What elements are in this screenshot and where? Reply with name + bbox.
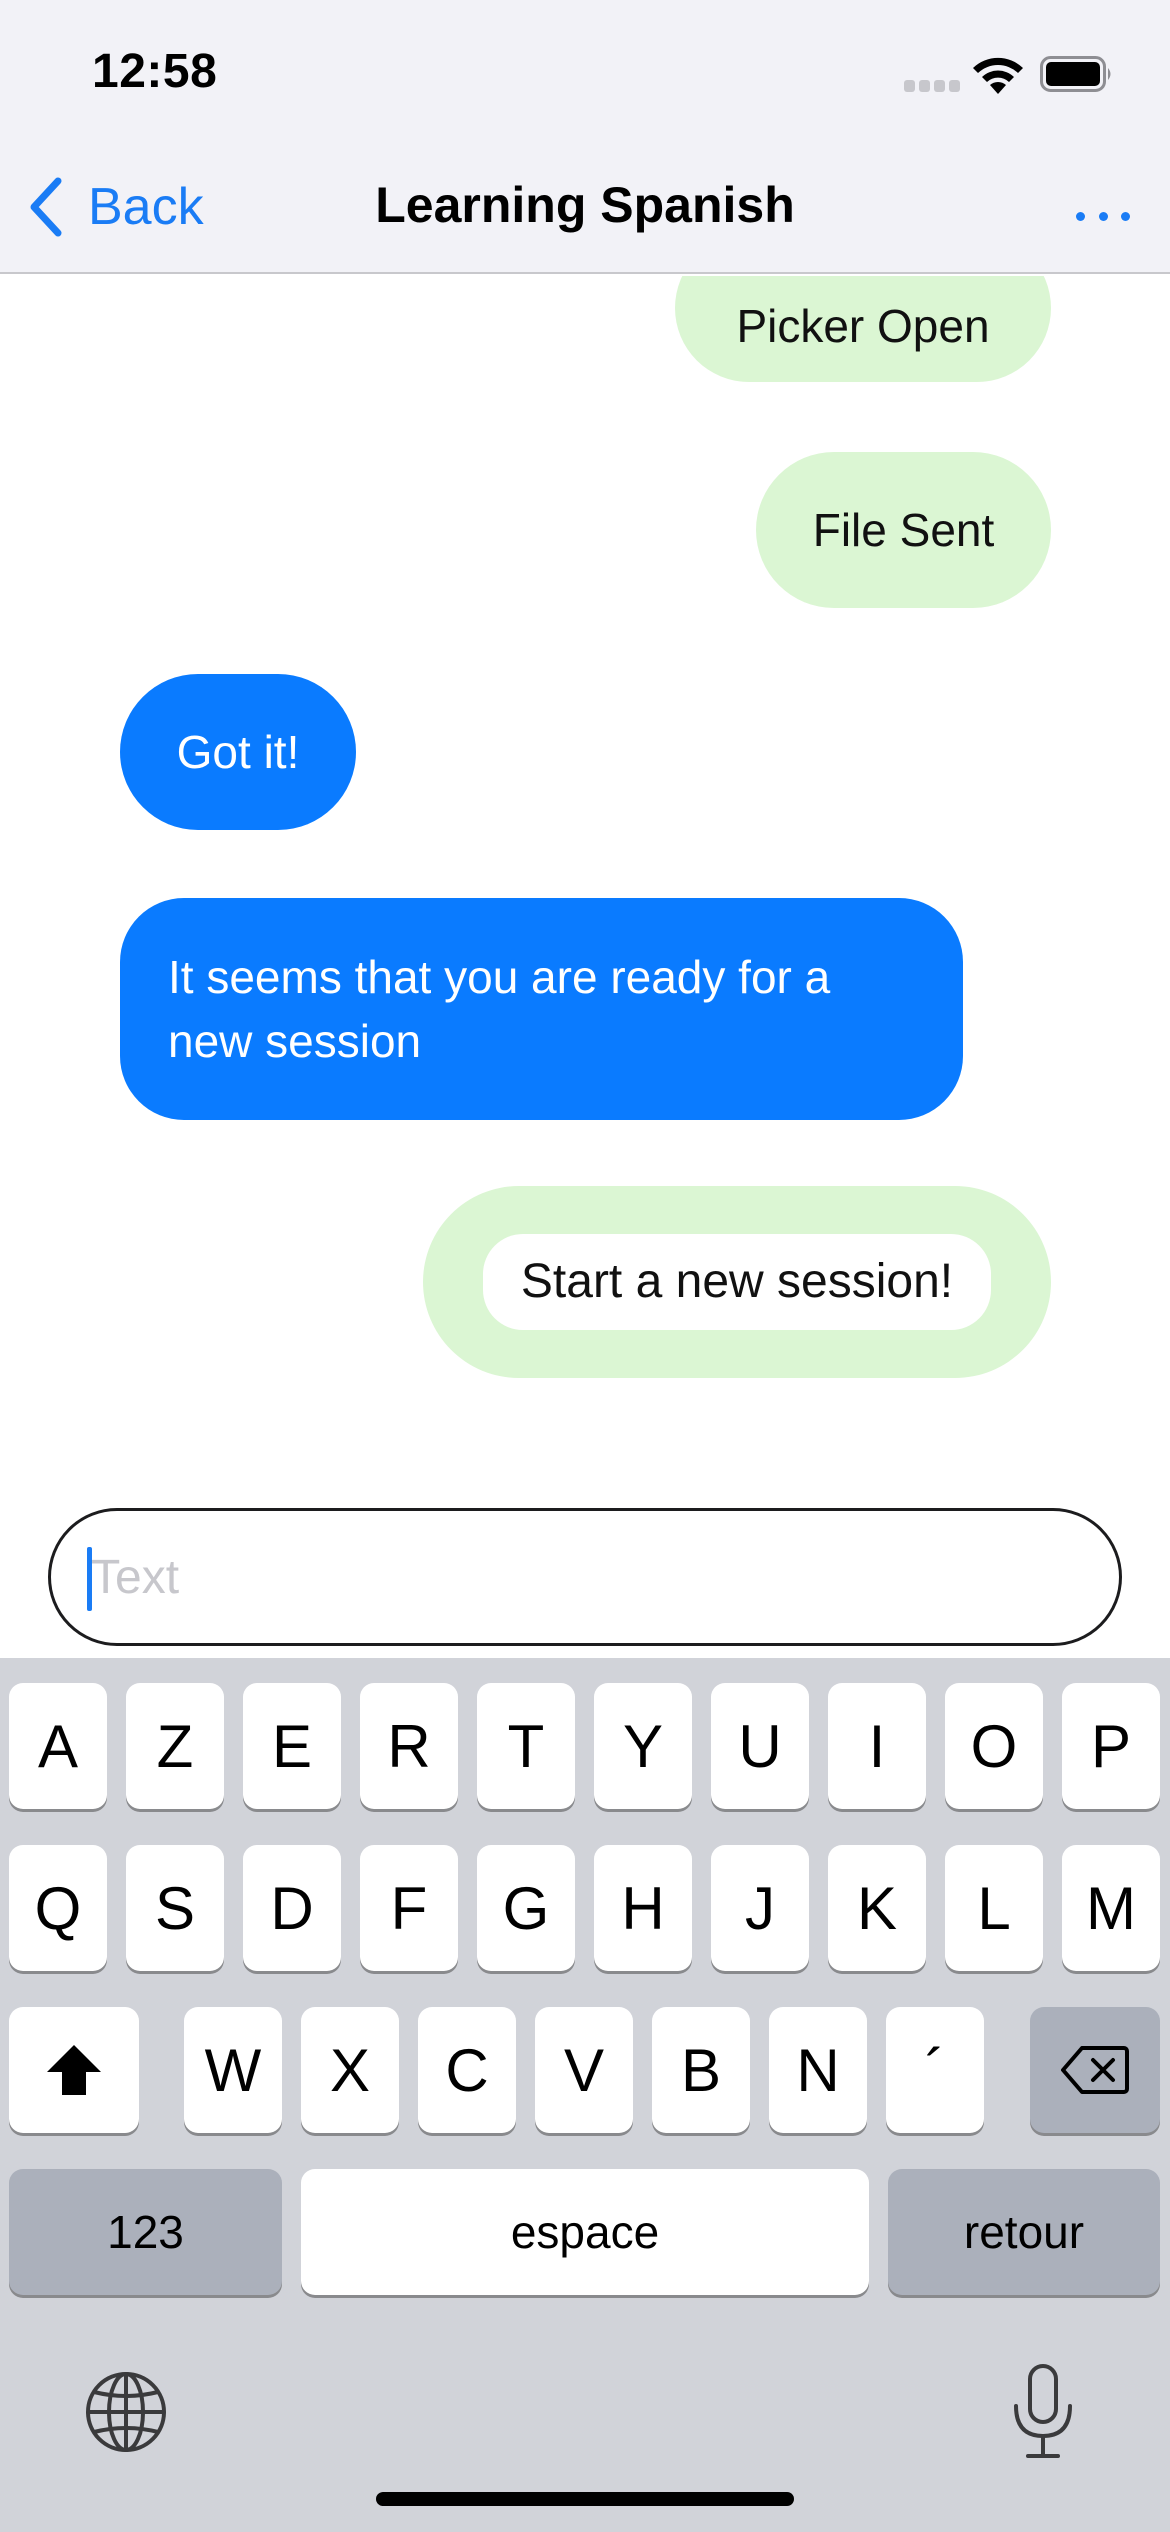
message-text: File Sent — [812, 504, 995, 556]
key-x[interactable]: X — [301, 2007, 399, 2133]
delete-key[interactable] — [1030, 2007, 1160, 2133]
message-input[interactable] — [91, 1511, 1081, 1643]
key-s[interactable]: S — [126, 1845, 224, 1971]
globe-icon[interactable] — [84, 2370, 168, 2454]
key-d[interactable]: D — [243, 1845, 341, 1971]
message-bubble-outgoing: File Sent — [756, 452, 1051, 608]
key-v[interactable]: V — [535, 2007, 633, 2133]
message-text: It seems that you are ready for a new se… — [168, 951, 831, 1067]
return-key[interactable]: retour — [888, 2169, 1160, 2295]
key-n[interactable]: N — [769, 2007, 867, 2133]
home-indicator[interactable] — [376, 2492, 794, 2506]
top-bar: 12:58 Back Learning Spanish — [0, 0, 1170, 274]
message-bubble-outgoing: Start a new session! — [423, 1186, 1051, 1378]
key-a[interactable]: A — [9, 1683, 107, 1809]
key-h[interactable]: H — [594, 1845, 692, 1971]
key-u[interactable]: U — [711, 1683, 809, 1809]
key-c[interactable]: C — [418, 2007, 516, 2133]
battery-icon — [1040, 56, 1111, 92]
message-bubble-incoming: It seems that you are ready for a new se… — [120, 898, 963, 1120]
key-t[interactable]: T — [477, 1683, 575, 1809]
key-m[interactable]: M — [1062, 1845, 1160, 1971]
ellipsis-icon[interactable] — [1076, 196, 1130, 236]
microphone-icon[interactable] — [1008, 2362, 1078, 2462]
key-y[interactable]: Y — [594, 1683, 692, 1809]
message-bubble-outgoing: Picker Open — [675, 276, 1051, 382]
chat-thread[interactable]: Picker Open File Sent Got it! It seems t… — [0, 276, 1170, 1476]
key-r[interactable]: R — [360, 1683, 458, 1809]
page-title: Learning Spanish — [375, 177, 795, 233]
key-j[interactable]: J — [711, 1845, 809, 1971]
message-text: Picker Open — [736, 300, 990, 352]
key-g[interactable]: G — [477, 1845, 575, 1971]
numbers-key[interactable]: 123 — [9, 2169, 282, 2295]
shift-key[interactable] — [9, 2007, 139, 2133]
space-key[interactable]: espace — [301, 2169, 869, 2295]
message-text: Got it! — [176, 726, 300, 778]
key-k[interactable]: K — [828, 1845, 926, 1971]
key-i[interactable]: I — [828, 1683, 926, 1809]
key-b[interactable]: B — [652, 2007, 750, 2133]
backspace-icon — [1061, 2046, 1129, 2094]
key-acute[interactable]: ´ — [886, 2007, 984, 2133]
key-z[interactable]: Z — [126, 1683, 224, 1809]
key-p[interactable]: P — [1062, 1683, 1160, 1809]
status-time: 12:58 — [92, 45, 218, 98]
key-w[interactable]: W — [184, 2007, 282, 2133]
key-e[interactable]: E — [243, 1683, 341, 1809]
shift-icon — [47, 2045, 101, 2095]
key-q[interactable]: Q — [9, 1845, 107, 1971]
message-bubble-incoming: Got it! — [120, 674, 356, 830]
key-o[interactable]: O — [945, 1683, 1043, 1809]
start-new-session-button[interactable]: Start a new session! — [482, 1234, 992, 1330]
key-l[interactable]: L — [945, 1845, 1043, 1971]
message-composer[interactable] — [48, 1508, 1122, 1646]
cellular-signal-icon — [904, 80, 960, 92]
wifi-icon — [973, 57, 1023, 94]
key-f[interactable]: F — [360, 1845, 458, 1971]
